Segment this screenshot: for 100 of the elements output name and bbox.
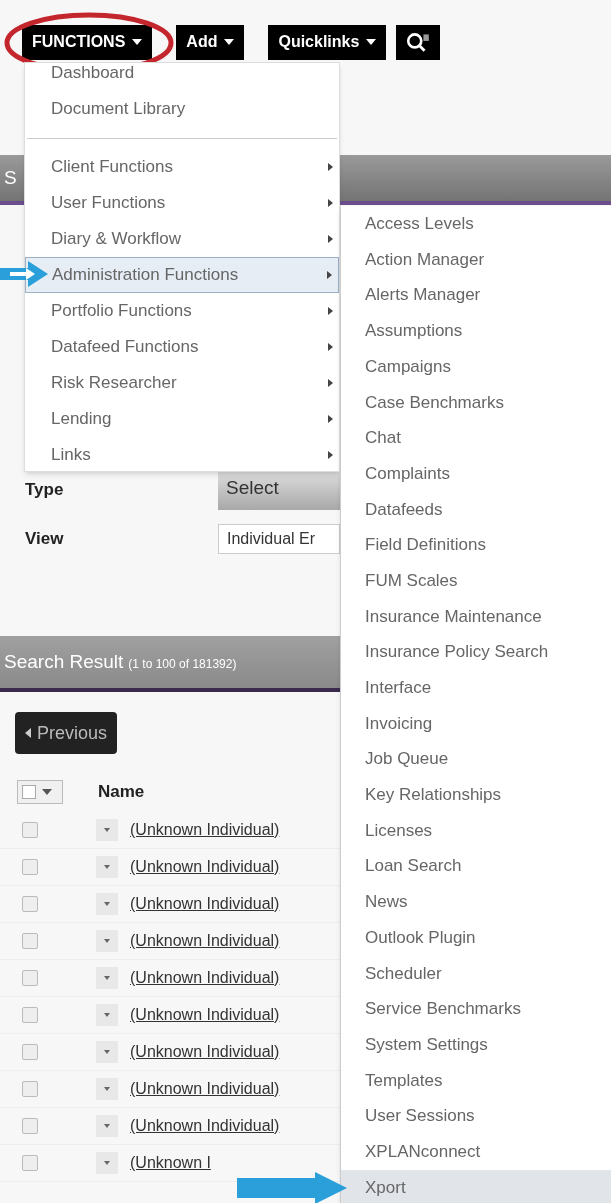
row-checkbox[interactable] <box>22 970 38 986</box>
menu-item[interactable]: Risk Researcher <box>25 365 339 401</box>
row-checkbox[interactable] <box>22 1007 38 1023</box>
menu-item[interactable]: Complaints <box>341 455 611 492</box>
menu-item[interactable]: Xport <box>341 1169 611 1203</box>
menu-item[interactable]: Administration Functions <box>25 257 339 293</box>
menu-item[interactable]: Job Queue <box>341 741 611 777</box>
menu-item[interactable]: Insurance Policy Search <box>341 634 611 670</box>
menu-item[interactable]: FUM Scales <box>341 562 611 599</box>
caret-icon <box>104 939 110 943</box>
menu-item[interactable]: XPLANconnect <box>341 1133 611 1170</box>
results-title: Search Result <box>4 649 124 674</box>
menu-item[interactable]: Alerts Manager <box>341 277 611 314</box>
submenu-arrow-icon <box>328 343 333 351</box>
row-checkbox[interactable] <box>22 896 38 912</box>
submenu-arrow-icon <box>328 199 333 207</box>
select-all-dropdown[interactable] <box>17 780 63 804</box>
expand-button[interactable] <box>96 1004 118 1026</box>
search-button[interactable] <box>396 24 441 60</box>
client-link[interactable]: (Unknown Individual) <box>130 1114 280 1138</box>
caret-icon <box>104 1124 110 1128</box>
menu-item[interactable]: Case Benchmarks <box>341 384 611 421</box>
menu-item[interactable]: Outlook Plugin <box>341 919 611 956</box>
client-link[interactable]: (Unknown Individual) <box>130 1077 280 1101</box>
menu-button[interactable]: Quicklinks <box>268 24 387 60</box>
client-link[interactable]: (Unknown I <box>130 1151 211 1175</box>
expand-button[interactable] <box>96 819 118 841</box>
expand-button[interactable] <box>96 1078 118 1100</box>
results-count: (1 to 100 of 181392) <box>128 655 237 673</box>
menu-item[interactable]: User Functions <box>25 185 339 221</box>
caret-icon <box>104 1050 110 1054</box>
menu-item[interactable]: Datafeed Functions <box>25 329 339 365</box>
menu-item[interactable]: Portfolio Functions <box>25 293 339 329</box>
menu-item[interactable]: Service Benchmarks <box>341 991 611 1027</box>
expand-button[interactable] <box>96 893 118 915</box>
client-link[interactable]: (Unknown Individual) <box>130 818 280 842</box>
row-checkbox[interactable] <box>22 1155 38 1171</box>
caret-icon <box>132 39 143 45</box>
section-title: S <box>4 165 17 190</box>
menu-item[interactable]: Diary & Workflow <box>25 221 339 257</box>
menu-item[interactable]: Key Relationships <box>341 777 611 813</box>
row-checkbox[interactable] <box>22 1044 38 1060</box>
menu-item[interactable]: News <box>341 884 611 920</box>
menu-button[interactable]: Add <box>176 24 245 60</box>
input-field[interactable]: Individual Er <box>218 524 340 554</box>
submenu-arrow-icon <box>328 307 333 315</box>
expand-button[interactable] <box>96 856 118 878</box>
caret-icon <box>25 728 31 738</box>
expand-button[interactable] <box>96 1041 118 1063</box>
caret-icon <box>104 902 110 906</box>
menu-item[interactable]: Field Definitions <box>341 527 611 563</box>
client-link[interactable]: (Unknown Individual) <box>130 1040 280 1064</box>
client-link[interactable]: (Unknown Individual) <box>130 892 280 916</box>
expand-button[interactable] <box>96 1115 118 1137</box>
row-checkbox[interactable] <box>22 1081 38 1097</box>
client-link[interactable]: (Unknown Individual) <box>130 966 280 990</box>
field-label: Type <box>24 479 65 502</box>
row-checkbox[interactable] <box>22 933 38 949</box>
menu-button[interactable]: FUNCTIONS <box>22 24 153 60</box>
menu-item[interactable]: User Sessions <box>341 1098 611 1134</box>
menu-item[interactable]: Licenses <box>341 812 611 849</box>
menu-item[interactable]: Chat <box>341 420 611 456</box>
menu-item[interactable]: Dashboard <box>25 63 339 91</box>
caret-icon <box>104 1087 110 1091</box>
menu-item[interactable]: Scheduler <box>341 955 611 992</box>
menu-item[interactable]: Datafeeds <box>341 491 611 528</box>
caret-icon <box>104 976 110 980</box>
menu-item[interactable]: Assumptions <box>341 313 611 349</box>
menu-item[interactable]: System Settings <box>341 1026 611 1063</box>
submenu-arrow-icon <box>327 271 332 279</box>
menu-item[interactable]: Campaigns <box>341 348 611 385</box>
submenu-arrow-icon <box>328 415 333 423</box>
menu-item[interactable]: Links <box>25 437 339 471</box>
client-link[interactable]: (Unknown Individual) <box>130 1003 280 1027</box>
client-link[interactable]: (Unknown Individual) <box>130 855 280 879</box>
expand-button[interactable] <box>96 967 118 989</box>
row-checkbox[interactable] <box>22 859 38 875</box>
menu-item[interactable]: Loan Search <box>341 848 611 885</box>
expand-button[interactable] <box>96 930 118 952</box>
previous-button[interactable]: Previous <box>15 712 118 754</box>
client-link[interactable]: (Unknown Individual) <box>130 929 280 953</box>
menu-item[interactable]: Insurance Maintenance <box>341 598 611 635</box>
select-field[interactable]: Select <box>218 470 340 510</box>
expand-button[interactable] <box>96 1152 118 1174</box>
caret-icon <box>42 789 52 795</box>
menu-item[interactable]: Action Manager <box>341 241 611 278</box>
menu-item[interactable]: Lending <box>25 401 339 437</box>
row-checkbox[interactable] <box>22 1118 38 1134</box>
submenu-arrow-icon <box>328 379 333 387</box>
submenu-arrow-icon <box>328 163 333 171</box>
caret-icon <box>104 865 110 869</box>
menu-item[interactable]: Client Functions <box>25 149 339 185</box>
row-checkbox[interactable] <box>22 822 38 838</box>
caret-icon <box>104 1161 110 1165</box>
menu-item[interactable]: Interface <box>341 669 611 706</box>
menu-item[interactable]: Templates <box>341 1062 611 1099</box>
column-header: Name <box>98 781 145 804</box>
menu-item[interactable]: Document Library <box>25 91 339 127</box>
menu-item[interactable]: Access Levels <box>341 206 611 242</box>
menu-item[interactable]: Invoicing <box>341 705 611 742</box>
